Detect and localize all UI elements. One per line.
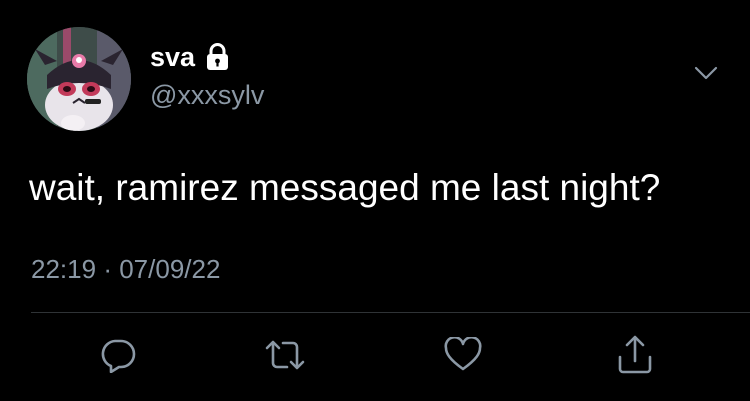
share-icon <box>618 335 652 374</box>
avatar-image <box>27 27 131 131</box>
retweet-icon <box>265 340 305 370</box>
tweet-text: wait, ramirez messaged me last night? <box>29 167 661 208</box>
share-button[interactable] <box>612 335 658 375</box>
display-name[interactable]: sva <box>150 42 195 72</box>
lock-icon <box>204 42 231 72</box>
chevron-down-icon[interactable] <box>692 62 720 84</box>
heart-icon <box>444 337 482 371</box>
tweet: sva @xxxsylv wait, ramirez messaged me l… <box>0 0 750 401</box>
divider <box>31 312 750 313</box>
retweet-button[interactable] <box>262 335 308 375</box>
timestamp-separator: · <box>103 254 112 284</box>
like-button[interactable] <box>440 335 486 375</box>
handle[interactable]: @xxxsylv <box>150 80 264 110</box>
timestamp-date: 07/09/22 <box>119 254 221 284</box>
timestamp-time: 22:19 <box>31 254 97 284</box>
timestamp[interactable]: 22:19 · 07/09/22 <box>31 253 220 285</box>
avatar[interactable] <box>27 27 131 131</box>
reply-button[interactable] <box>95 335 141 375</box>
reply-icon <box>101 339 136 373</box>
display-name-row: sva <box>150 42 231 72</box>
